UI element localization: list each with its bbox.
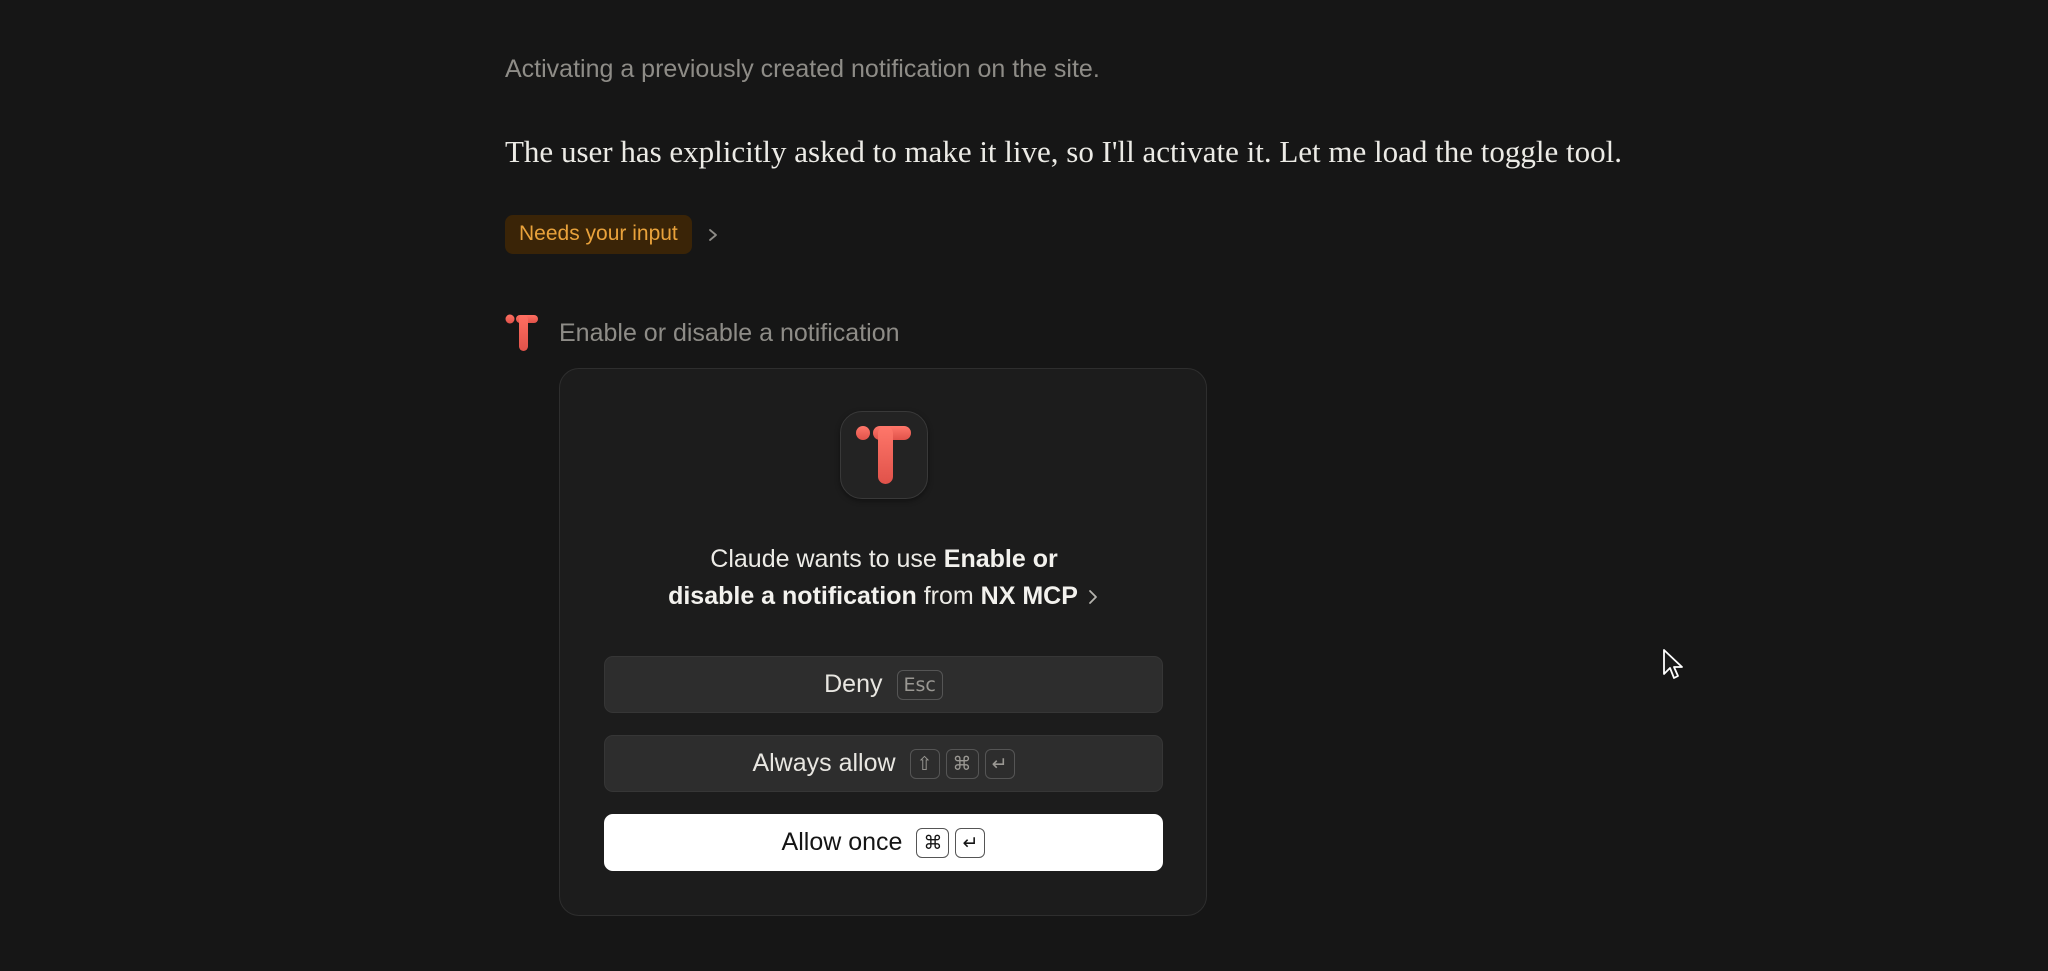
always-allow-shortcut: ⇧ ⌘ ↵: [909, 748, 1015, 779]
tool-name-line1: Enable or: [943, 545, 1058, 573]
deny-label: Deny: [824, 670, 883, 698]
always-allow-button[interactable]: Always allow ⇧ ⌘ ↵: [604, 735, 1163, 792]
tool-call-label: Enable or disable a notification: [559, 319, 900, 347]
app-icon-tile: [840, 411, 928, 499]
command-key-icon: ⌘: [945, 748, 979, 779]
nx-mcp-logo-icon: [856, 426, 911, 484]
needs-input-badge: Needs your input: [505, 215, 692, 254]
allow-once-button[interactable]: Allow once ⌘ ↵: [604, 814, 1163, 871]
title-prefix: Claude wants to use: [710, 545, 937, 573]
command-key-icon: ⌘: [916, 827, 950, 858]
tool-call-header: Enable or disable a notification: [505, 314, 900, 352]
permission-title: Claude wants to use Enable or disable a …: [560, 541, 1208, 615]
mouse-cursor-icon: [1663, 649, 1683, 679]
allow-once-shortcut: ⌘ ↵: [916, 827, 986, 858]
return-key-icon: ↵: [955, 827, 986, 858]
from-word: from: [923, 582, 974, 610]
assistant-message: The user has explicitly asked to make it…: [505, 134, 1622, 169]
always-allow-label: Always allow: [752, 749, 896, 777]
needs-input-toggle[interactable]: Needs your input: [505, 215, 720, 254]
chevron-right-icon[interactable]: [1086, 589, 1100, 605]
return-key-icon: ↵: [984, 748, 1015, 779]
shift-key-icon: ⇧: [909, 748, 940, 779]
deny-shortcut: Esc: [896, 669, 943, 700]
deny-button[interactable]: Deny Esc: [604, 656, 1163, 713]
server-name[interactable]: NX MCP: [981, 582, 1078, 610]
permission-card: Claude wants to use Enable or disable a …: [559, 368, 1207, 916]
nx-mcp-logo-icon: [505, 314, 538, 351]
chevron-right-icon: [708, 228, 717, 241]
esc-key: Esc: [896, 669, 943, 700]
status-line: Activating a previously created notifica…: [505, 55, 1100, 83]
tool-name-line2: disable a notification: [668, 582, 917, 610]
chat-page: Activating a previously created notifica…: [0, 0, 2048, 971]
allow-once-label: Allow once: [781, 828, 903, 856]
